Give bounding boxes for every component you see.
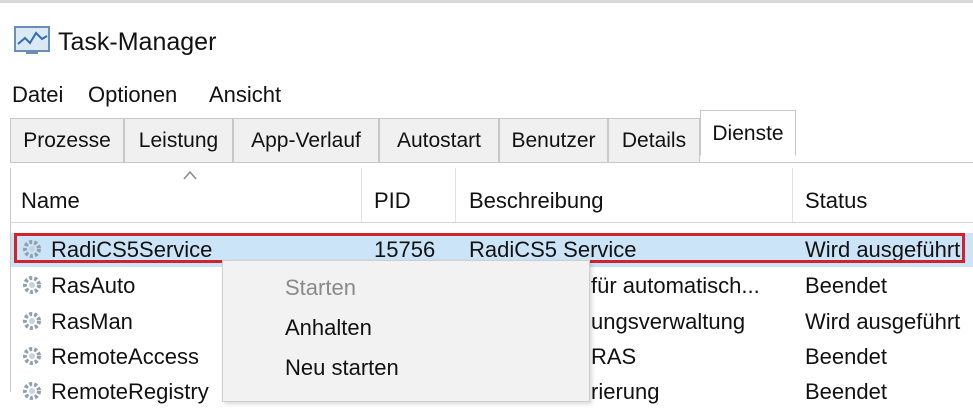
service-status: Beendet xyxy=(805,379,887,404)
menu-optionen[interactable]: Optionen xyxy=(88,82,177,108)
tab-autostart[interactable]: Autostart xyxy=(379,118,499,162)
service-name: RemoteRegistry xyxy=(51,379,209,404)
tab-strip: Prozesse Leistung App-Verlauf Autostart … xyxy=(10,110,973,163)
service-description: für automatisch... xyxy=(591,273,760,298)
tab-benutzer[interactable]: Benutzer xyxy=(499,118,608,162)
service-status: Wird ausgeführt xyxy=(805,309,961,334)
service-description: RAS xyxy=(591,344,637,369)
window-title: Task-Manager xyxy=(58,28,217,56)
tab-bar: Prozesse Leistung App-Verlauf Autostart … xyxy=(0,110,973,164)
selection-highlight-frame xyxy=(14,233,965,263)
menu-ansicht[interactable]: Ansicht xyxy=(209,82,281,108)
tab-dienste[interactable]: Dienste xyxy=(700,110,796,156)
column-header: Name PID Beschreibung Status xyxy=(11,168,973,223)
context-menu: Starten Anhalten Neu starten xyxy=(222,260,590,402)
menu-datei[interactable]: Datei xyxy=(12,82,63,108)
gear-icon xyxy=(23,347,41,365)
column-divider[interactable] xyxy=(455,168,456,222)
column-status[interactable]: Status xyxy=(805,188,867,214)
service-name: RasAuto xyxy=(51,273,136,298)
sort-ascending-icon xyxy=(183,170,197,180)
menu-bar: Datei Optionen Ansicht xyxy=(0,80,973,118)
service-status: Beendet xyxy=(805,344,887,369)
service-name: RemoteAccess xyxy=(51,344,199,369)
service-description: rierung xyxy=(591,379,660,404)
menu-item-neu-starten[interactable]: Neu starten xyxy=(285,355,399,381)
column-name[interactable]: Name xyxy=(21,188,80,214)
service-description: ungsverwaltung xyxy=(591,309,746,334)
tab-prozesse[interactable]: Prozesse xyxy=(10,118,124,162)
column-divider[interactable] xyxy=(361,168,362,222)
service-status: Beendet xyxy=(805,273,887,298)
menu-item-anhalten[interactable]: Anhalten xyxy=(285,315,372,341)
gear-icon xyxy=(23,382,41,400)
task-manager-icon xyxy=(14,26,50,54)
gear-icon xyxy=(23,312,41,330)
column-description[interactable]: Beschreibung xyxy=(469,188,604,214)
service-name: RasMan xyxy=(51,309,133,334)
title-bar: Task-Manager xyxy=(0,3,973,79)
tab-app-verlauf[interactable]: App-Verlauf xyxy=(233,118,379,162)
column-divider[interactable] xyxy=(792,168,793,222)
gear-icon xyxy=(23,276,41,294)
tab-leistung[interactable]: Leistung xyxy=(124,118,233,162)
column-pid[interactable]: PID xyxy=(374,188,411,214)
menu-item-starten: Starten xyxy=(285,275,356,300)
tab-details[interactable]: Details xyxy=(608,118,700,162)
